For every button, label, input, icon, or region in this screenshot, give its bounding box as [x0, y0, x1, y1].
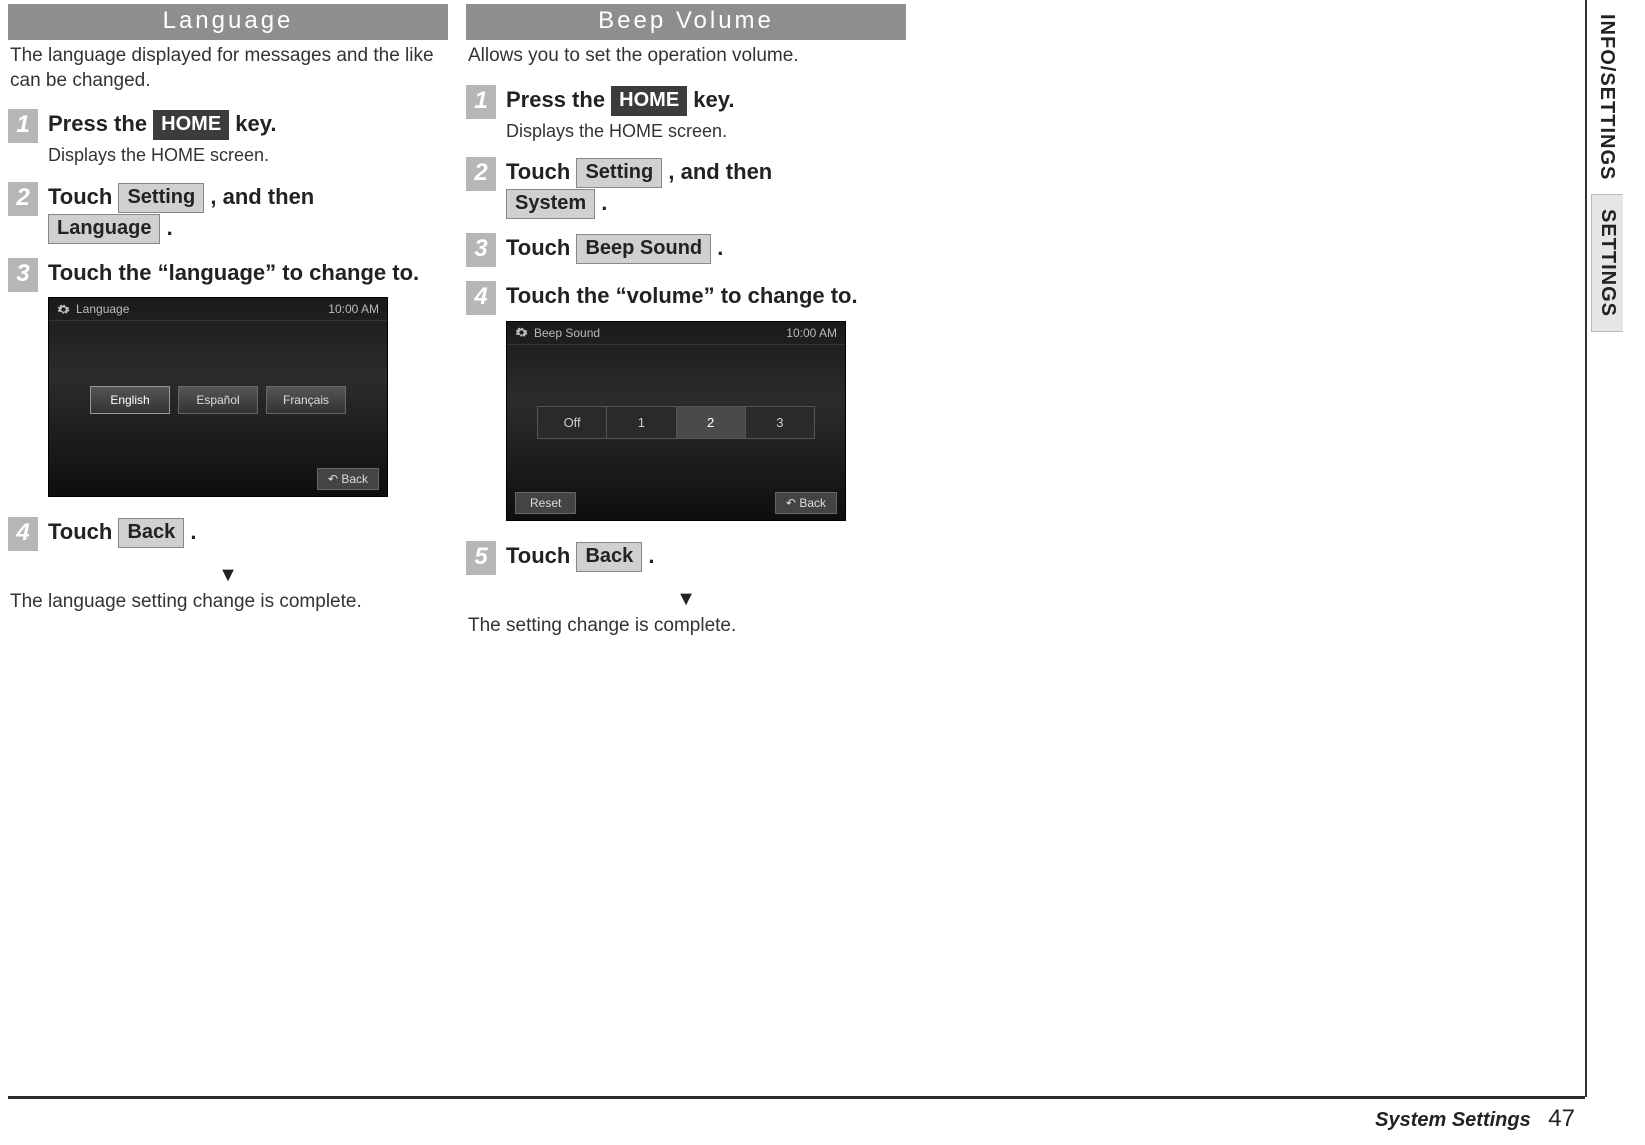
intro-beep: Allows you to set the operation volume.	[466, 40, 906, 79]
result-text: The setting change is complete.	[466, 615, 906, 637]
volume-option-off[interactable]: Off	[538, 407, 607, 438]
result-text: The language setting change is complete.	[8, 591, 448, 613]
footer-title: System Settings	[1375, 1109, 1531, 1131]
step: 3 Touch the “language” to change to. Lan…	[8, 258, 448, 504]
step-number: 3	[8, 258, 38, 292]
step: 2 Touch Setting , and then Language .	[8, 182, 448, 244]
language-button: Language	[48, 214, 160, 244]
down-arrow-icon: ▼	[466, 589, 906, 609]
option-espanol[interactable]: Español	[178, 386, 258, 414]
step: 4 Touch Back .	[8, 517, 448, 551]
step-number: 2	[8, 182, 38, 216]
step: 2 Touch Setting , and then System .	[466, 157, 906, 219]
intro-language: The language displayed for messages and …	[8, 40, 448, 103]
step-title: Touch Setting , and then Language .	[48, 182, 448, 244]
volume-option-2[interactable]: 2	[677, 407, 746, 438]
step: 1 Press the HOME key. Displays the HOME …	[466, 85, 906, 143]
screenshot-options: English Español Français	[49, 386, 387, 414]
side-tabs: INFO/SETTINGS SETTINGS	[1591, 0, 1645, 332]
gear-icon	[515, 326, 528, 339]
step-body: Touch Back .	[48, 517, 448, 551]
step-number: 1	[8, 109, 38, 143]
step-number: 5	[466, 541, 496, 575]
step-number: 2	[466, 157, 496, 191]
step: 4 Touch the “volume” to change to. Beep …	[466, 281, 906, 527]
gear-icon	[57, 303, 70, 316]
side-tab-info-settings: INFO/SETTINGS	[1591, 0, 1622, 194]
step-title: Touch Back .	[506, 541, 906, 572]
step-body: Press the HOME key. Displays the HOME sc…	[48, 109, 448, 167]
column-beep-volume: Beep Volume Allows you to set the operat…	[466, 4, 906, 637]
step: 3 Touch Beep Sound .	[466, 233, 906, 267]
step: 1 Press the HOME key. Displays the HOME …	[8, 109, 448, 167]
step-title: Press the HOME key.	[48, 109, 448, 140]
down-arrow-icon: ▼	[8, 565, 448, 585]
screenshot-topbar: Beep Sound 10:00 AM	[507, 322, 845, 345]
screenshot-title: Language	[57, 302, 129, 316]
screenshot-time: 10:00 AM	[328, 302, 379, 316]
step-title: Touch the “language” to change to.	[48, 258, 448, 288]
screenshot-volume-row: Off 1 2 3	[537, 406, 815, 439]
step-title: Press the HOME key.	[506, 85, 906, 116]
screenshot-topbar: Language 10:00 AM	[49, 298, 387, 321]
step-number: 1	[466, 85, 496, 119]
screenshot-title: Beep Sound	[515, 326, 600, 340]
back-arrow-icon: ↶	[786, 496, 796, 510]
system-button: System	[506, 189, 595, 219]
side-tab-settings: SETTINGS	[1591, 194, 1623, 332]
step-title: Touch the “volume” to change to.	[506, 281, 906, 311]
screenshot-beep: Beep Sound 10:00 AM Off 1 2 3 Reset ↶ Ba…	[506, 321, 846, 521]
footer-line	[8, 1096, 1585, 1099]
screenshot-back-button[interactable]: ↶ Back	[317, 468, 379, 490]
step-body: Press the HOME key. Displays the HOME sc…	[506, 85, 906, 143]
step-title: Touch Back .	[48, 517, 448, 548]
home-key: HOME	[153, 110, 229, 140]
option-francais[interactable]: Français	[266, 386, 346, 414]
step-body: Touch Setting , and then System .	[506, 157, 906, 219]
column-language: Language The language displayed for mess…	[8, 4, 448, 637]
page-number: 47	[1548, 1105, 1575, 1132]
step-title: Touch Beep Sound .	[506, 233, 906, 264]
screenshot-language: Language 10:00 AM English Español França…	[48, 297, 388, 497]
home-key: HOME	[611, 86, 687, 116]
step-body: Touch Setting , and then Language .	[48, 182, 448, 244]
setting-button: Setting	[118, 183, 204, 213]
volume-option-1[interactable]: 1	[607, 407, 676, 438]
footer: System Settings 47	[1375, 1105, 1575, 1133]
section-header-beep: Beep Volume	[466, 4, 906, 40]
step-number: 4	[8, 517, 38, 551]
step-body: Touch the “volume” to change to. Beep So…	[506, 281, 906, 527]
screenshot-back-button[interactable]: ↶ Back	[775, 492, 837, 514]
step-title: Touch Setting , and then System .	[506, 157, 906, 219]
screenshot-time: 10:00 AM	[786, 326, 837, 340]
back-arrow-icon: ↶	[328, 472, 338, 486]
step-number: 4	[466, 281, 496, 315]
step: 5 Touch Back .	[466, 541, 906, 575]
back-button: Back	[118, 518, 184, 548]
step-subtext: Displays the HOME screen.	[506, 120, 906, 143]
step-body: Touch Back .	[506, 541, 906, 575]
step-body: Touch Beep Sound .	[506, 233, 906, 267]
screenshot-reset-button[interactable]: Reset	[515, 492, 576, 514]
step-subtext: Displays the HOME screen.	[48, 144, 448, 167]
step-body: Touch the “language” to change to. Langu…	[48, 258, 448, 504]
setting-button: Setting	[576, 158, 662, 188]
back-button: Back	[576, 542, 642, 572]
step-number: 3	[466, 233, 496, 267]
beep-sound-button: Beep Sound	[576, 234, 711, 264]
side-line	[1585, 0, 1587, 1097]
page-content: Language The language displayed for mess…	[0, 0, 1290, 637]
volume-option-3[interactable]: 3	[746, 407, 814, 438]
option-english[interactable]: English	[90, 386, 170, 414]
section-header-language: Language	[8, 4, 448, 40]
